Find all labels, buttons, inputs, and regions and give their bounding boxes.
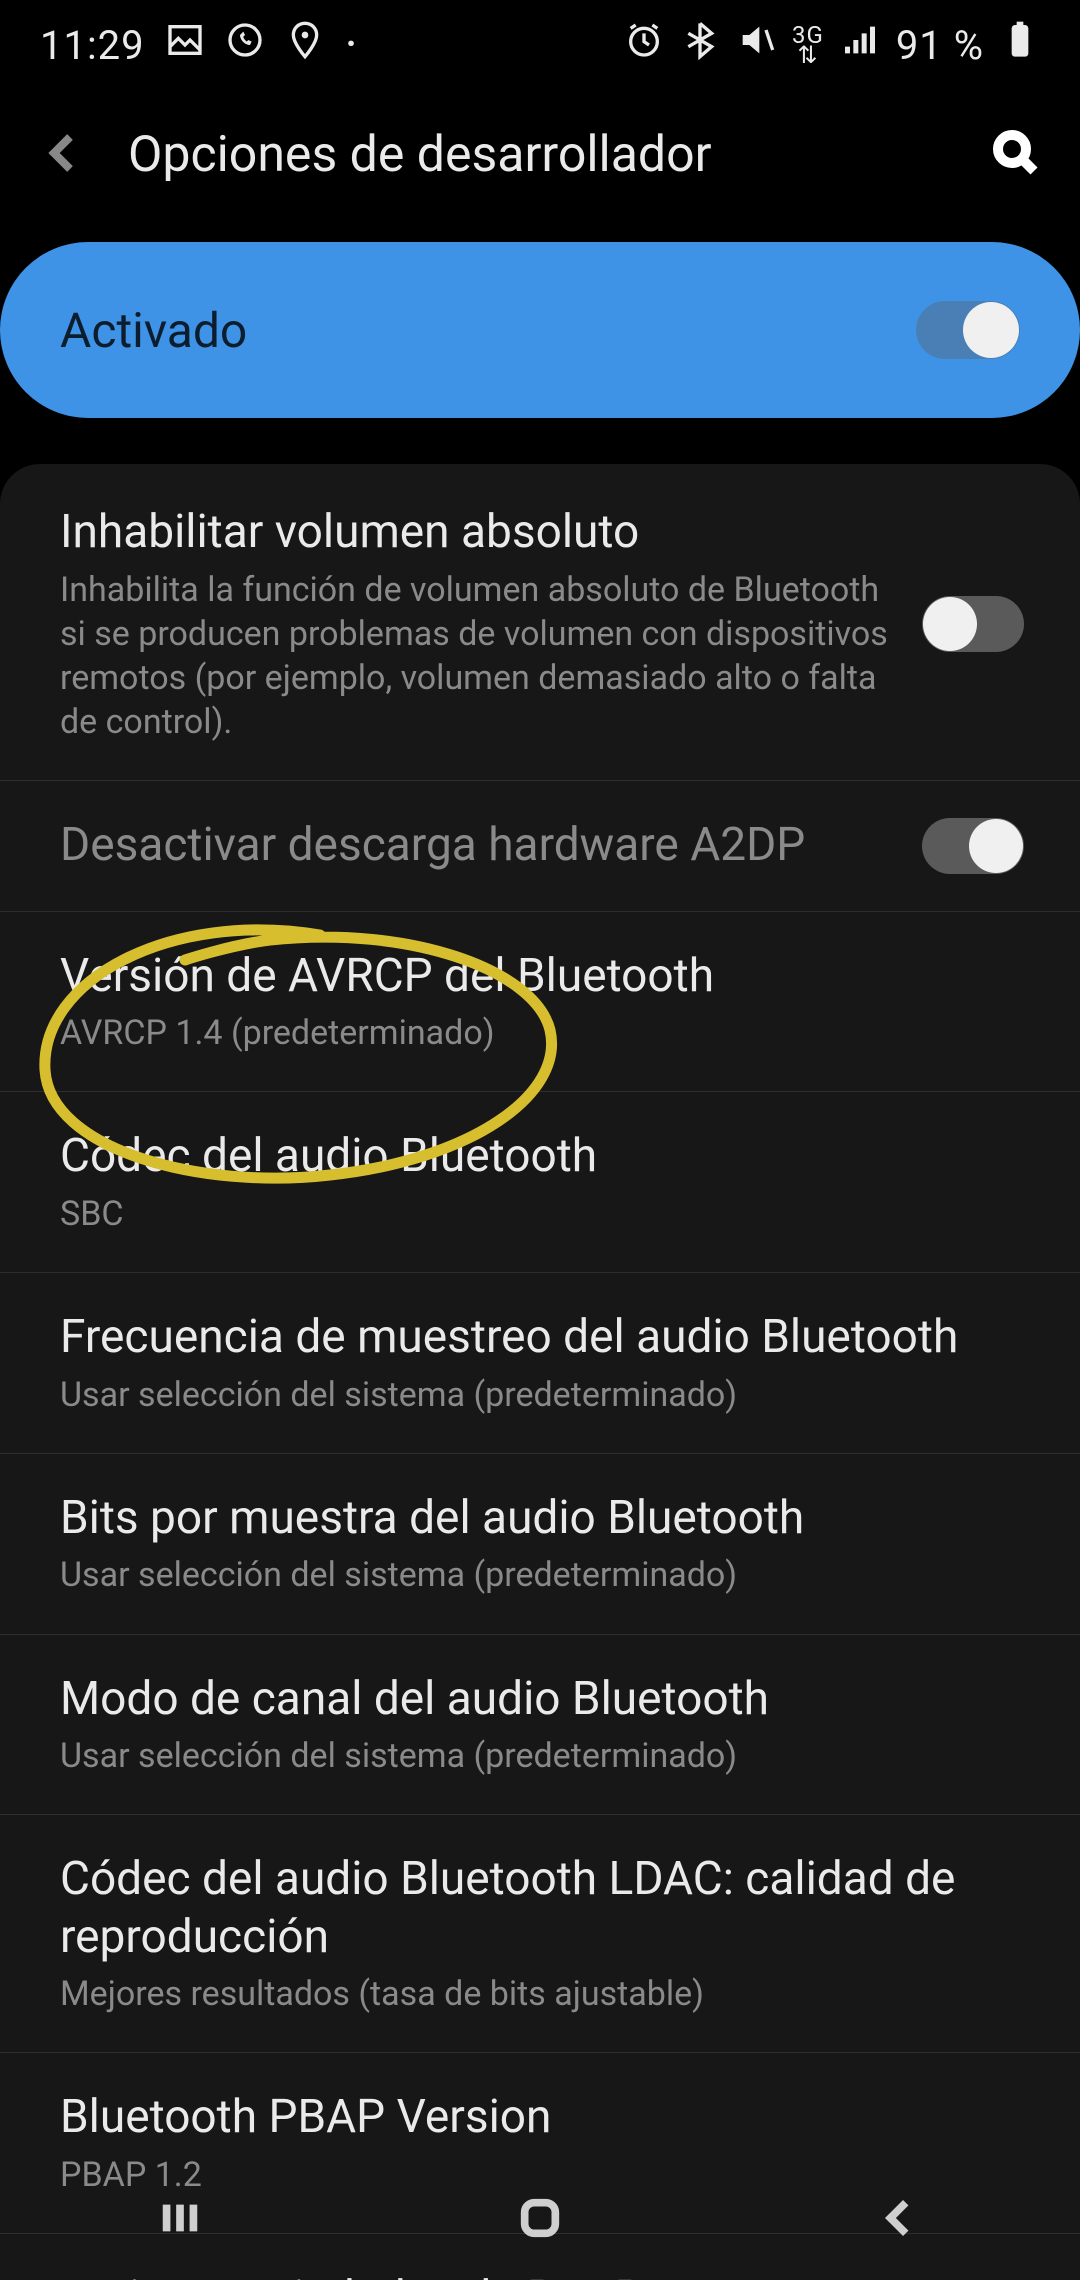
row-subtitle: Usar selección del sistema (predetermina… [60, 1734, 1024, 1778]
row-title: Códec del audio Bluetooth LDAC: calidad … [60, 1851, 1024, 1966]
row-bluetooth-audio-codec[interactable]: Códec del audio Bluetooth SBC [0, 1092, 1080, 1273]
row-title: Modo de canal del audio Bluetooth [60, 1671, 1024, 1729]
network-type-icon: 3G⇅ [792, 25, 824, 65]
row-avrcp-version[interactable]: Versión de AVRCP del Bluetooth AVRCP 1.4… [0, 912, 1080, 1093]
home-button[interactable] [517, 2195, 563, 2245]
master-toggle-switch[interactable] [916, 301, 1020, 359]
row-subtitle: Mejores resultados (tasa de bits ajustab… [60, 1972, 1024, 2016]
status-time: 11:29 [40, 22, 145, 69]
settings-panel: Inhabilitar volumen absoluto Inhabilita … [0, 464, 1080, 2280]
row-channel-mode[interactable]: Modo de canal del audio Bluetooth Usar s… [0, 1635, 1080, 1816]
maps-icon [285, 20, 325, 70]
row-subtitle: AVRCP 1.4 (predeterminado) [60, 1011, 1024, 1055]
back-nav-button[interactable] [877, 2195, 923, 2245]
row-title: Bits por muestra del audio Bluetooth [60, 1490, 1024, 1548]
row-subtitle: SBC [60, 1192, 1024, 1236]
master-toggle-label: Activado [60, 302, 916, 359]
row-title: Desactivar descarga hardware A2DP [60, 817, 892, 875]
row-subtitle: Usar selección del sistema (predetermina… [60, 1373, 1024, 1417]
navigation-bar [0, 2160, 1080, 2280]
battery-icon [1000, 20, 1040, 70]
app-bar: Opciones de desarrollador [0, 90, 1080, 220]
row-title: Versión de AVRCP del Bluetooth [60, 948, 1024, 1006]
bluetooth-icon [680, 20, 720, 70]
master-toggle-card[interactable]: Activado [0, 242, 1080, 418]
row-title: Bluetooth PBAP Version [60, 2089, 1024, 2147]
status-bar: 11:29 · 3G⇅ 91 % [0, 0, 1080, 90]
battery-text: 91 % [896, 22, 984, 69]
signal-icon [840, 20, 880, 70]
row-bits-per-sample[interactable]: Bits por muestra del audio Bluetooth Usa… [0, 1454, 1080, 1635]
row-sample-rate[interactable]: Frecuencia de muestreo del audio Bluetoo… [0, 1273, 1080, 1454]
row-title: Inhabilitar volumen absoluto [60, 504, 892, 562]
alarm-icon [624, 20, 664, 70]
search-button[interactable] [992, 129, 1040, 181]
page-title: Opciones de desarrollador [128, 126, 952, 184]
row-subtitle: Usar selección del sistema (predetermina… [60, 1553, 1024, 1597]
recents-button[interactable] [157, 2195, 203, 2245]
whatsapp-icon [225, 20, 265, 70]
row-title: Frecuencia de muestreo del audio Bluetoo… [60, 1309, 1024, 1367]
toggle-disable-absolute-volume[interactable] [922, 596, 1024, 652]
row-disable-absolute-volume[interactable]: Inhabilitar volumen absoluto Inhabilita … [0, 468, 1080, 781]
toggle-disable-a2dp-offload[interactable] [922, 818, 1024, 874]
row-title: Códec del audio Bluetooth [60, 1128, 1024, 1186]
row-subtitle: Inhabilita la función de volumen absolut… [60, 568, 892, 745]
row-ldac-quality[interactable]: Códec del audio Bluetooth LDAC: calidad … [0, 1815, 1080, 2053]
picture-icon [165, 20, 205, 70]
row-disable-a2dp-offload[interactable]: Desactivar descarga hardware A2DP [0, 781, 1080, 912]
mute-icon [736, 20, 776, 70]
back-button[interactable] [40, 129, 88, 181]
